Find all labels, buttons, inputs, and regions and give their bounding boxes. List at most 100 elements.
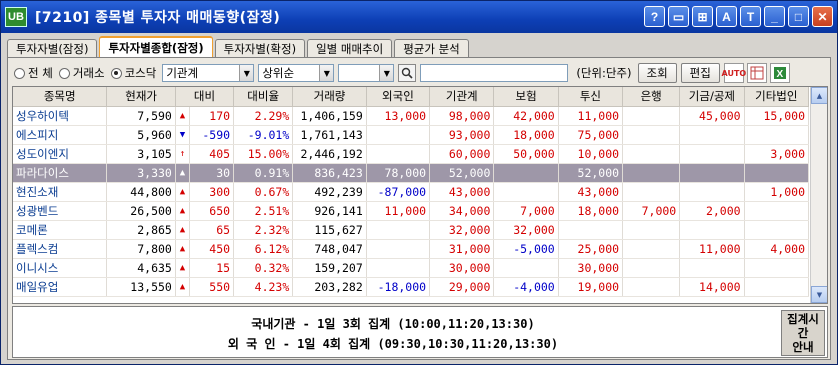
stock-name: 성도이엔지 xyxy=(13,144,108,164)
title-bar[interactable]: UB [7210] 종목별 투자자 매매동향(잠정) ? ▭ ⊞ A T _ □… xyxy=(1,1,837,33)
radio-dot xyxy=(14,67,25,79)
trust-net: 30,000 xyxy=(558,258,624,278)
other-corp-net: 15,000 xyxy=(744,106,810,126)
maximize-button[interactable]: □ xyxy=(788,6,809,27)
col-header[interactable]: 외국인 xyxy=(366,87,431,107)
col-header[interactable]: 현재가 xyxy=(106,87,176,107)
col-header[interactable]: 기관계 xyxy=(429,87,495,107)
stock-name: 매일유업 xyxy=(13,277,108,297)
search-icon[interactable] xyxy=(398,64,417,82)
text-settings-button[interactable]: T xyxy=(740,6,761,27)
radio-dot-selected xyxy=(110,67,122,79)
bank-net xyxy=(622,125,681,145)
tab-investor-confirmed[interactable]: 투자자별(확정) xyxy=(214,39,306,57)
content-panel: 전 체 거래소 코스닥 기관계 ▼ 상위순 ▼ ▼ (단위:단주) 조회 편집 AU… xyxy=(7,57,831,360)
table-row[interactable]: 매일유업 13,550 ▲ 550 4.23% 203,282 -18,000 29,000-… xyxy=(13,277,810,297)
table-row[interactable]: 성우하이텍 7,590 ▲ 170 2.29% 1,406,159 13,000 98,000… xyxy=(13,106,810,126)
institution-net: 29,000 xyxy=(429,277,495,297)
col-header[interactable]: 기금/공제 xyxy=(679,87,745,107)
fund-net xyxy=(679,144,745,164)
table-row[interactable]: 이니시스 4,635 ▲ 15 0.32% 159,207 30,000 30,000 xyxy=(13,258,810,278)
rank-select[interactable]: 상위순 ▼ xyxy=(258,64,335,82)
volume: 836,423 xyxy=(292,163,367,183)
institution-net: 93,000 xyxy=(429,125,495,145)
trust-net xyxy=(558,220,624,240)
change-direction-icon: ▲ xyxy=(175,258,191,278)
scroll-up-icon[interactable]: ▲ xyxy=(811,87,827,104)
radio-dot xyxy=(58,67,70,79)
help-button[interactable]: ? xyxy=(644,6,665,27)
current-price: 2,865 xyxy=(106,220,176,240)
insurance-net: -5,000 xyxy=(493,239,559,259)
aggregation-time-button[interactable]: 집계시간 안내 xyxy=(781,310,825,356)
market-radio-all[interactable]: 전 체 xyxy=(14,65,53,81)
current-price: 13,550 xyxy=(106,277,176,297)
change-rate: 2.29% xyxy=(233,106,294,126)
change-direction-icon: ▲ xyxy=(175,163,191,183)
query-button[interactable]: 조회 xyxy=(637,63,677,83)
foreign-net xyxy=(366,258,431,278)
excel-export-icon[interactable]: X xyxy=(769,63,790,83)
col-header[interactable]: 종목명 xyxy=(13,87,108,107)
main-window: UB [7210] 종목별 투자자 매매동향(잠정) ? ▭ ⊞ A T _ □… xyxy=(0,0,838,365)
other-corp-net: 4,000 xyxy=(744,239,810,259)
col-header[interactable]: 투신 xyxy=(558,87,624,107)
app-logo-icon: UB xyxy=(5,7,27,27)
chart-settings-icon[interactable] xyxy=(746,63,767,83)
vertical-scrollbar[interactable]: ▲ ▼ xyxy=(810,87,827,303)
font-size-button[interactable]: A xyxy=(716,6,737,27)
stock-input[interactable] xyxy=(420,64,569,82)
window-split-icon[interactable]: ⊞ xyxy=(692,6,713,27)
table-row[interactable]: 에스피지 5,960 ▼ -590 -9.01% 1,761,143 93,000 18,00… xyxy=(13,125,810,145)
footer-notice: 국내기관 - 1일 3회 집계 (10:00,11:20,13:30) 외 국 … xyxy=(12,306,828,358)
volume: 748,047 xyxy=(292,239,367,259)
tab-investor-summary[interactable]: 투자자별종합(잠정) xyxy=(99,36,213,57)
table-row[interactable]: 현진소재 44,800 ▲ 300 0.67% 492,239 -87,000 43,000 4… xyxy=(13,182,810,202)
table-row[interactable]: 성도이엔지 3,105 ↑ 405 15.00% 2,446,192 60,000 50,00… xyxy=(13,144,810,164)
edit-button[interactable]: 편집 xyxy=(680,63,720,83)
fund-net: 11,000 xyxy=(679,239,745,259)
col-header[interactable]: 거래량 xyxy=(292,87,367,107)
change-direction-icon: ▲ xyxy=(175,239,191,259)
price-change: 550 xyxy=(189,277,235,297)
price-change: 300 xyxy=(189,182,235,202)
close-button[interactable]: ✕ xyxy=(812,6,833,27)
current-price: 7,800 xyxy=(106,239,176,259)
table-row[interactable]: 성광벤드 26,500 ▲ 650 2.51% 926,141 11,000 34,000 7,… xyxy=(13,201,810,221)
code-select[interactable]: ▼ xyxy=(338,64,395,82)
minimize-button[interactable]: _ xyxy=(764,6,785,27)
table-row[interactable]: 파라다이스 3,330 ▲ 30 0.91% 836,423 78,000 52,000 52,… xyxy=(13,163,810,183)
chevron-down-icon: ▼ xyxy=(239,65,254,81)
bank-net xyxy=(622,182,681,202)
price-change: -590 xyxy=(189,125,235,145)
auto-refresh-icon[interactable]: AUTO xyxy=(722,63,746,83)
market-radio-kosdaq[interactable]: 코스닥 xyxy=(110,65,156,81)
tab-daily-trend[interactable]: 일별 매매추이 xyxy=(307,39,393,57)
tab-investor-provisional[interactable]: 투자자별(잠정) xyxy=(7,39,98,57)
current-price: 5,960 xyxy=(106,125,176,145)
stock-name: 성우하이텍 xyxy=(13,106,108,126)
table-row[interactable]: 코메론 2,865 ▲ 65 2.32% 115,627 32,000 32,000 xyxy=(13,220,810,240)
table-row[interactable]: 플렉스컴 7,800 ▲ 450 6.12% 748,047 31,000 -5,000 25,… xyxy=(13,239,810,259)
scroll-down-icon[interactable]: ▼ xyxy=(811,286,827,303)
col-header[interactable]: 기타법인 xyxy=(744,87,810,107)
fund-net: 14,000 xyxy=(679,277,745,297)
col-header[interactable]: 대비율 xyxy=(233,87,294,107)
col-header[interactable]: 보험 xyxy=(493,87,559,107)
market-radio-kospi[interactable]: 거래소 xyxy=(58,65,105,81)
investor-select[interactable]: 기관계 ▼ xyxy=(162,64,255,82)
price-change: 450 xyxy=(189,239,235,259)
bank-net xyxy=(622,239,681,259)
col-header[interactable]: 대비 xyxy=(175,87,235,107)
insurance-net: 42,000 xyxy=(493,106,559,126)
bank-net xyxy=(622,144,681,164)
trust-net: 52,000 xyxy=(558,163,624,183)
trust-net: 10,000 xyxy=(558,144,624,164)
fund-net xyxy=(679,182,745,202)
window-layout-icon[interactable]: ▭ xyxy=(668,6,689,27)
change-rate: 6.12% xyxy=(233,239,294,259)
foreign-net: 11,000 xyxy=(366,201,431,221)
tab-average-price[interactable]: 평균가 분석 xyxy=(394,39,469,57)
col-header[interactable]: 은행 xyxy=(622,87,681,107)
bank-net xyxy=(622,220,681,240)
